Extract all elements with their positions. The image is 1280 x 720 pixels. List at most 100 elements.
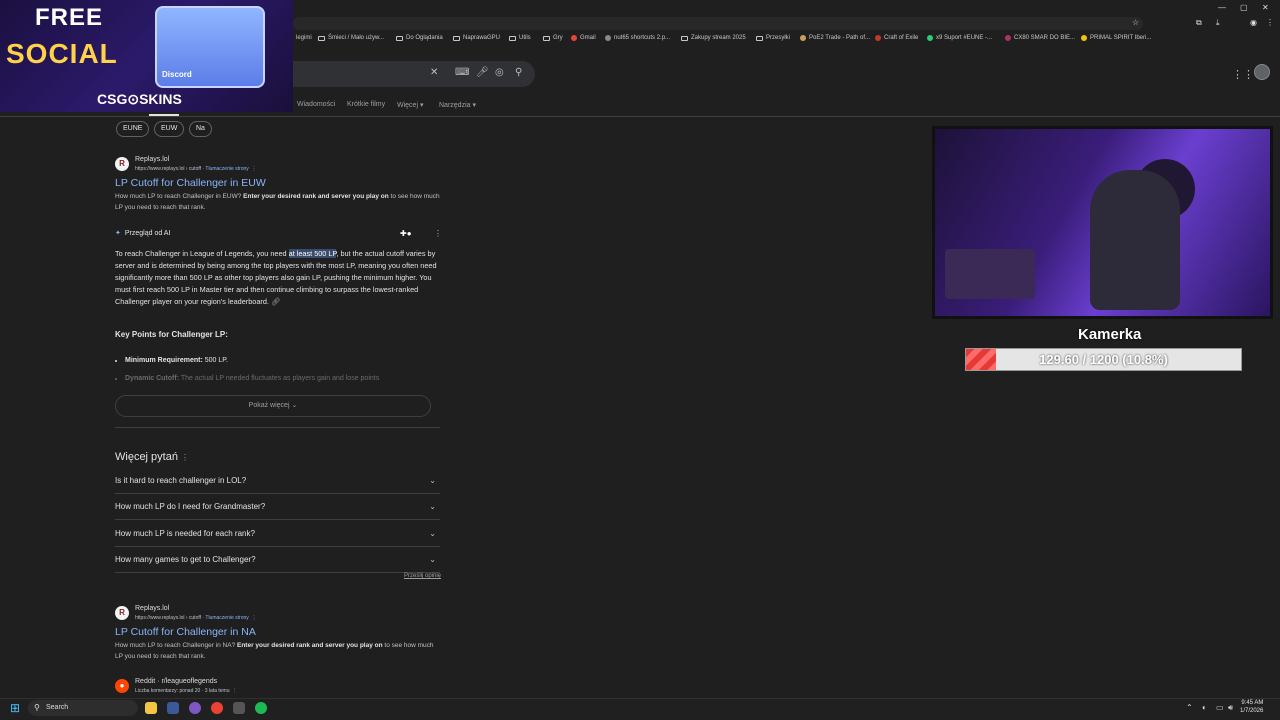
link-icon[interactable]: 🔗︎ — [271, 297, 280, 306]
goal-progress-bar: 129.60 / 1200 (10.8%) — [965, 348, 1242, 371]
bookmark-item[interactable]: CX80 SMAR DO BIE... — [1005, 35, 1075, 41]
bookmark-item[interactable]: x9 Suport #EUNE -... — [927, 35, 992, 41]
discord-icon[interactable] — [189, 702, 201, 714]
webcam-title: Kamerka — [1078, 326, 1142, 343]
key-points-title: Key Points for Challenger LP: — [115, 330, 228, 339]
network-icon[interactable]: ▭ — [1216, 703, 1224, 712]
list-item: Dynamic Cutoff: The actual LP needed flu… — [125, 370, 437, 388]
folder-icon — [509, 35, 516, 41]
ad-text: SOCIAL — [6, 38, 118, 69]
tray-chevron-icon[interactable]: ⌃ — [1186, 703, 1193, 712]
app-icon[interactable] — [167, 702, 179, 714]
app-icon[interactable] — [233, 702, 245, 714]
bookmark-item[interactable]: Utils — [509, 35, 531, 41]
clock[interactable]: 9:45 AM 1/7/2026 — [1240, 699, 1263, 715]
reddit-favicon: ● — [115, 679, 129, 693]
bookmark-item[interactable]: Gmail — [571, 35, 596, 41]
result-site[interactable]: Reddit · r/leagueoflegends — [135, 678, 217, 685]
close-window-icon[interactable]: ✕ — [1262, 3, 1269, 12]
bookmark-item[interactable]: NaprawaGPU — [453, 35, 500, 41]
poe-icon — [800, 35, 806, 41]
tab-short-videos[interactable]: Krótkie filmy — [347, 101, 385, 108]
bookmark-item[interactable]: legimi — [296, 35, 312, 41]
search-icon: ⚲ — [34, 703, 40, 712]
bookmark-item[interactable]: nut65 shortcuts 2.p... — [605, 35, 670, 41]
desk-image — [945, 249, 1035, 299]
more-options-icon[interactable]: ⋮ — [434, 229, 442, 238]
folder-icon — [453, 35, 460, 41]
feedback-link[interactable]: Prześlij opinię — [404, 573, 441, 579]
bookmark-item[interactable]: Śmieci / Mało używ... — [318, 35, 384, 41]
extensions-icon[interactable]: ⧉ — [1196, 18, 1202, 28]
show-more-button[interactable]: Pokaż więcej ⌄ — [115, 395, 431, 417]
download-icon[interactable]: ⤓ — [1216, 18, 1220, 28]
minimize-icon[interactable]: — — [1218, 3, 1226, 12]
question-item[interactable]: Is it hard to reach challenger in LOL? ⌄ — [115, 468, 440, 494]
file-explorer-icon[interactable] — [145, 702, 157, 714]
keyboard-icon[interactable]: ⌨ — [455, 67, 469, 78]
replays-favicon: R — [115, 606, 129, 620]
result-url[interactable]: https://www.replays.lol › cutoff · Tłuma… — [135, 166, 257, 172]
result-site[interactable]: Replays.lol — [135, 605, 169, 612]
volume-icon[interactable]: 🔊︎ — [1228, 703, 1233, 713]
question-item[interactable]: How much LP is needed for each rank? ⌄ — [115, 521, 440, 547]
result-title-link[interactable]: LP Cutoff for Challenger in NA — [115, 626, 256, 638]
bookmark-item[interactable]: Gry — [543, 35, 563, 41]
key-points-list: Minimum Requirement: 500 LP. Dynamic Cut… — [115, 352, 437, 388]
globe-icon — [605, 35, 611, 41]
ad-text: FREE — [35, 4, 104, 31]
site-icon — [927, 35, 933, 41]
divider — [115, 427, 440, 428]
ai-overview-header: ✦ Przegląd od AI — [115, 229, 171, 238]
bookmark-item[interactable]: Craft of Exile — [875, 35, 918, 41]
chip-na[interactable]: Na — [189, 121, 212, 137]
stream-ad-overlay: Discord FREE SOCIAL CSG⊙SKINS — [0, 0, 293, 112]
windows-start-icon[interactable]: ⊞ — [10, 701, 20, 715]
result-snippet: How much LP to reach Challenger in NA? E… — [115, 642, 434, 660]
share-icon[interactable]: ✚● — [400, 229, 412, 238]
tab-more[interactable]: Więcej ▾ — [397, 101, 423, 109]
result-title-link[interactable]: LP Cutoff for Challenger in EUW — [115, 177, 266, 189]
tray-icon[interactable]: ◐ — [1202, 703, 1207, 712]
chip-eune[interactable]: EUNE — [116, 121, 150, 137]
microphone-icon[interactable]: 🎤︎ — [476, 67, 489, 78]
chevron-down-icon: ⌄ — [429, 502, 436, 511]
folder-icon — [396, 35, 403, 41]
tab-tools[interactable]: Narzędzia ▾ — [439, 101, 476, 109]
spotify-icon[interactable] — [255, 702, 267, 714]
taskbar-search[interactable]: ⚲ Search — [28, 700, 138, 716]
bookmark-item[interactable]: PoE2 Trade - Path of... — [800, 35, 870, 41]
question-item[interactable]: How much LP do I need for Grandmaster? ⌄ — [115, 494, 440, 520]
chevron-down-icon: ⌄ — [429, 476, 436, 485]
result-url[interactable]: https://www.replays.lol › cutoff · Tłuma… — [135, 615, 257, 621]
chip-euw[interactable]: EUW — [154, 121, 185, 137]
avatar[interactable] — [1254, 64, 1270, 80]
address-bar[interactable] — [293, 17, 1143, 30]
chevron-down-icon: ⌄ — [429, 555, 436, 564]
bookmark-item[interactable]: PRIMAL SPIRIT Iberi... — [1081, 35, 1151, 41]
bookmark-item[interactable]: Zakupy stream 2025 — [681, 35, 746, 41]
active-tab-indicator — [149, 114, 179, 116]
result-meta: Liczba komentarzy: ponad 20 · 3 lata tem… — [135, 688, 238, 694]
profile-icon[interactable]: ◉ — [1250, 18, 1257, 27]
menu-icon[interactable]: ⋮ — [1266, 18, 1274, 27]
question-item[interactable]: How many games to get to Challenger? ⌄ — [115, 547, 440, 573]
folder-icon — [756, 35, 763, 41]
search-input[interactable]: ✕ ⌨ 🎤︎ ◎ ⚲ — [292, 61, 535, 87]
maximize-icon[interactable]: ▢ — [1240, 3, 1248, 12]
progress-text: 129.60 / 1200 (10.8%) — [1039, 352, 1168, 367]
gmail-icon — [571, 35, 577, 41]
clear-icon[interactable]: ✕ — [430, 67, 438, 78]
list-item: Minimum Requirement: 500 LP. — [125, 352, 437, 370]
bookmark-item[interactable]: Przesyłki — [756, 35, 790, 41]
site-icon — [1081, 35, 1087, 41]
lens-icon[interactable]: ◎ — [495, 67, 504, 78]
folder-icon — [543, 35, 550, 41]
star-icon[interactable]: ☆ — [1132, 18, 1139, 27]
chrome-icon[interactable] — [211, 702, 223, 714]
result-snippet: How much LP to reach Challenger in EUW? … — [115, 193, 440, 211]
tab-news[interactable]: Wiadomości — [297, 101, 335, 108]
search-icon[interactable]: ⚲ — [515, 67, 522, 78]
result-site[interactable]: Replays.lol — [135, 156, 169, 163]
bookmark-item[interactable]: Do Oglądania — [396, 35, 443, 41]
